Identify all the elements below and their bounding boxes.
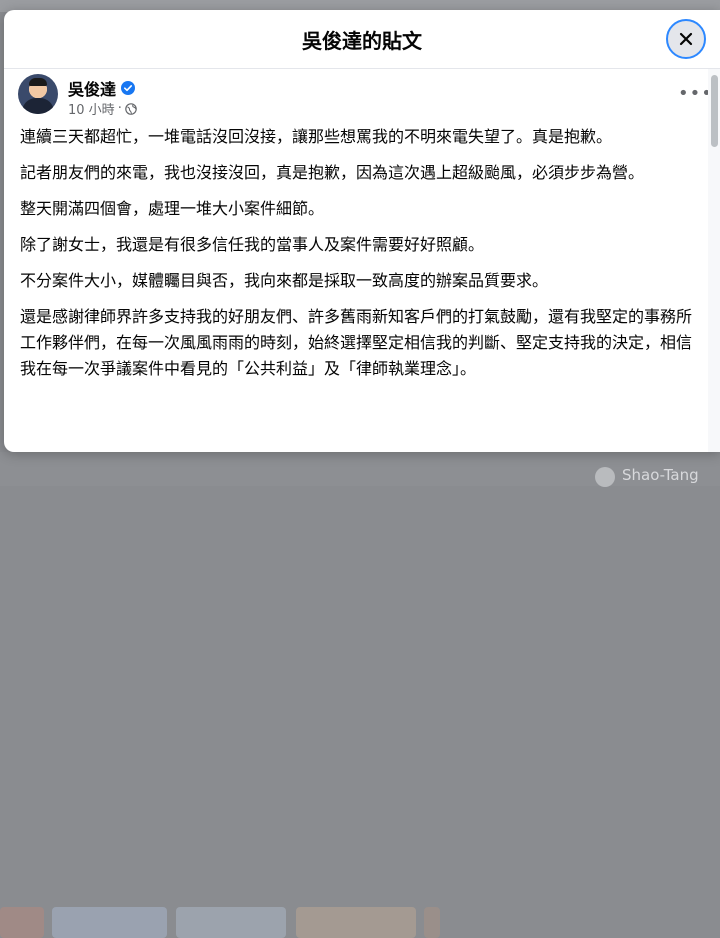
background-commenter-name: Shao-Tang — [622, 466, 699, 484]
post-paragraph: 不分案件大小，媒體矚目與否，我向來都是採取一致高度的辦案品質要求。 — [20, 271, 549, 290]
author-row: 吳俊達 — [68, 76, 136, 100]
background-thumbnail — [176, 907, 286, 938]
background-thumbnail — [296, 907, 416, 938]
post-dialog: 吳俊達的貼文 吳俊達 10 小時 · ••• 連續三天都超忙，一堆電話沒回沒接，… — [4, 10, 720, 452]
dialog-title: 吳俊達的貼文 — [302, 29, 422, 53]
dialog-header: 吳俊達的貼文 — [4, 10, 720, 69]
post: 吳俊達 10 小時 · ••• 連續三天都超忙，一堆電話沒回沒接，讓那些想罵我的… — [4, 69, 712, 452]
background-thumbnail — [52, 907, 167, 938]
post-paragraph: 記者朋友們的來電，我也沒接沒回，真是抱歉，因為這次遇上超級颱風，必須步步為營。 — [20, 163, 645, 182]
background-commenter-avatar — [595, 467, 615, 487]
author-avatar[interactable] — [18, 74, 58, 114]
background-thumbnail — [424, 907, 440, 938]
post-paragraph: 除了謝女士，我還是有很多信任我的當事人及案件需要好好照顧。 — [20, 235, 485, 254]
meta-separator: · — [117, 101, 122, 116]
post-content: 連續三天都超忙，一堆電話沒回沒接，讓那些想罵我的不明來電失望了。真是抱歉。 記者… — [20, 124, 696, 392]
post-meta: 10 小時 · — [68, 99, 137, 118]
post-paragraph: 連續三天都超忙，一堆電話沒回沒接，讓那些想罵我的不明來電失望了。真是抱歉。 — [20, 127, 613, 146]
close-icon — [679, 32, 693, 46]
scrollbar-thumb[interactable] — [711, 75, 718, 147]
close-button[interactable] — [666, 19, 706, 59]
globe-icon[interactable] — [125, 102, 137, 115]
author-name[interactable]: 吳俊達 — [68, 76, 116, 100]
post-paragraph: 整天開滿四個會，處理一堆大小案件細節。 — [20, 199, 325, 218]
background-thumbnail — [0, 907, 44, 938]
dialog-scrollbar[interactable] — [708, 69, 720, 452]
post-timestamp[interactable]: 10 小時 — [68, 99, 115, 118]
post-paragraph: 還是感謝律師界許多支持我的好朋友們、許多舊雨新知客戶們的打氣鼓勵，還有我堅定的事… — [20, 307, 693, 378]
verified-badge-icon — [121, 81, 136, 95]
